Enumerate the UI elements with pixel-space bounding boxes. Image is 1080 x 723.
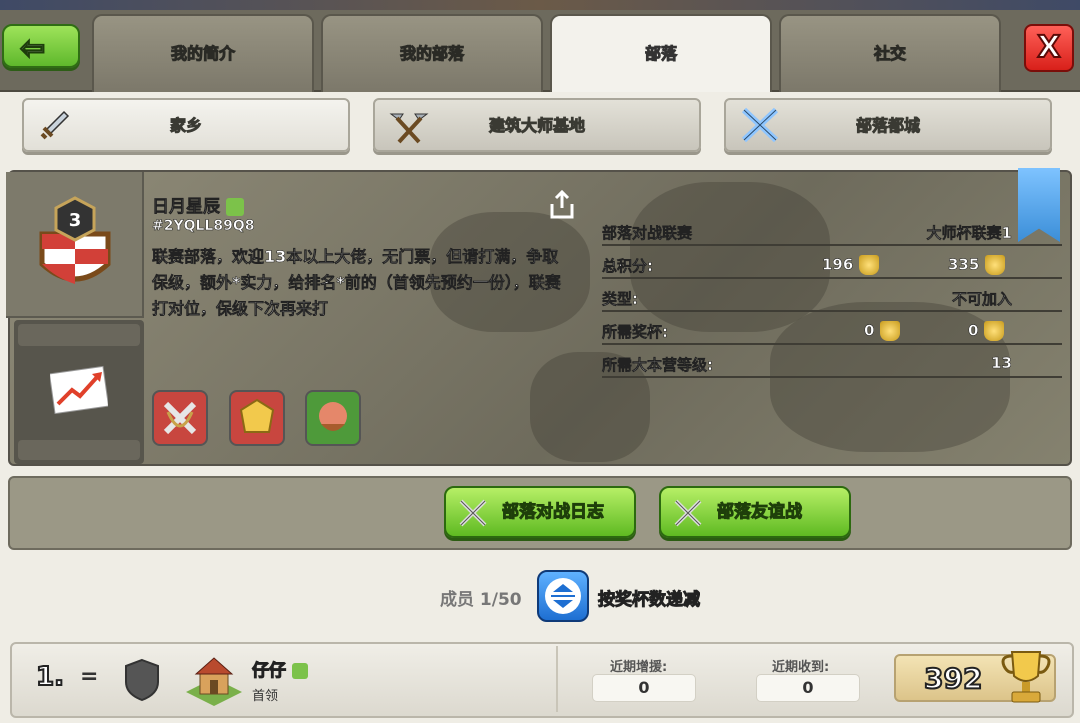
member-role: 首领 — [252, 689, 279, 704]
tab-label: 我的简介 — [170, 44, 235, 64]
trophy-icon — [1001, 651, 1051, 703]
friendly-war-label: 部落友谊战 — [717, 502, 803, 523]
tab-label: 社交 — [873, 44, 906, 64]
tab-my-clan[interactable]: 我的部落 — [321, 14, 543, 92]
swords-icon — [459, 499, 487, 527]
share-icon[interactable] — [548, 190, 576, 220]
close-icon: X — [1036, 29, 1061, 66]
required-trophies-label: 所需奖杯: — [602, 323, 669, 342]
info-required-th: 所需大本营等级: 13 — [602, 350, 1062, 378]
subtab-builder-base[interactable]: 建筑大师基地 — [373, 98, 701, 152]
clan-level: 3 — [69, 210, 82, 231]
sort-label: 按奖杯数递减 — [598, 590, 701, 611]
points-main: 196 — [822, 255, 879, 275]
required-th-value: 13 — [991, 354, 1012, 373]
league-icon[interactable] — [229, 390, 285, 446]
row-divider — [556, 646, 558, 712]
trophy-icon — [984, 255, 1005, 275]
stats-chart-icon[interactable] — [50, 364, 108, 414]
members-count: 成员 1/50 — [440, 590, 522, 610]
chat-icon — [225, 198, 244, 216]
top-strip — [0, 0, 1080, 10]
war-log-button[interactable]: 部落对战日志 — [444, 486, 636, 538]
received-label: 近期收到: — [772, 660, 830, 675]
town-hall-icon — [186, 657, 242, 706]
info-war-league: 部落对战联赛 大师杯联赛1 — [602, 218, 1062, 246]
war-log-label: 部落对战日志 — [502, 502, 605, 523]
tab-label: 部落 — [644, 44, 677, 64]
clan-badge-area: 3 — [6, 172, 144, 318]
clan-badge-icon: 3 — [39, 196, 111, 284]
barbarian-icon[interactable] — [305, 390, 361, 446]
clan-name: 日月星辰 — [152, 192, 244, 217]
side-bar-bottom — [18, 440, 140, 460]
trophy-icon — [879, 321, 900, 341]
close-button[interactable]: X — [1024, 24, 1074, 72]
war-league-value: 大师杯联赛1 — [926, 224, 1012, 243]
side-bar-top — [18, 324, 140, 346]
required-th-label: 所需大本营等级: — [602, 356, 714, 375]
required-trophies-builder: 0 — [968, 321, 1004, 341]
league-shield-icon — [125, 658, 159, 702]
hammers-icon — [389, 113, 429, 144]
swords-icon — [674, 499, 702, 527]
sort-button[interactable] — [537, 570, 589, 622]
crossed-swords-icon — [741, 107, 779, 143]
info-type: 类型: 不可加入 — [602, 284, 1062, 312]
tab-label: 我的部落 — [399, 44, 464, 64]
subtab-clan-capital[interactable]: 部落都城 — [724, 98, 1052, 152]
info-required-trophies: 所需奖杯: 0 0 — [602, 317, 1062, 345]
type-label: 类型: — [602, 290, 639, 309]
subtab-label: 家乡 — [169, 116, 202, 136]
info-points: 总积分: 196 335 — [602, 251, 1062, 279]
points-builder: 335 — [948, 255, 1005, 275]
war-league-label: 部落对战联赛 — [602, 224, 693, 243]
points-label: 总积分: — [602, 257, 654, 276]
tab-clans[interactable]: 部落 — [550, 14, 772, 94]
clan-description: 联赛部落，欢迎13本以上大佬，无门票，但请打满，争取保级，额外*实力，给排名*前… — [152, 247, 561, 319]
subtab-home-village[interactable]: 家乡 — [22, 98, 350, 152]
donated-value: 0 — [592, 674, 696, 702]
clan-stats-side[interactable] — [14, 320, 144, 464]
received-value: 0 — [756, 674, 860, 702]
trophy-icon — [858, 255, 879, 275]
chat-icon — [291, 663, 308, 679]
tab-my-profile[interactable]: 我的简介 — [92, 14, 314, 92]
back-arrow-icon: ⇦ — [19, 30, 46, 67]
sort-icon — [545, 578, 581, 614]
rank-change: = — [80, 664, 99, 689]
type-value: 不可加入 — [951, 290, 1013, 309]
friendly-war-button[interactable]: 部落友谊战 — [659, 486, 851, 538]
clan-tag: #2YQLL89Q8 — [152, 218, 255, 235]
back-button[interactable]: ⇦ — [2, 24, 80, 68]
trophy-icon — [983, 321, 1004, 341]
subtab-label: 建筑大师基地 — [488, 116, 585, 136]
subtab-label: 部落都城 — [855, 116, 920, 136]
tab-social[interactable]: 社交 — [779, 14, 1001, 92]
war-icon[interactable] — [152, 390, 208, 446]
member-trophies: 392 — [923, 661, 983, 696]
member-rank: 1. — [35, 661, 65, 693]
donated-label: 近期增援: — [610, 660, 668, 675]
sword-icon — [40, 110, 70, 140]
member-name: 仔仔 — [252, 656, 308, 682]
required-trophies-main: 0 — [864, 321, 900, 341]
